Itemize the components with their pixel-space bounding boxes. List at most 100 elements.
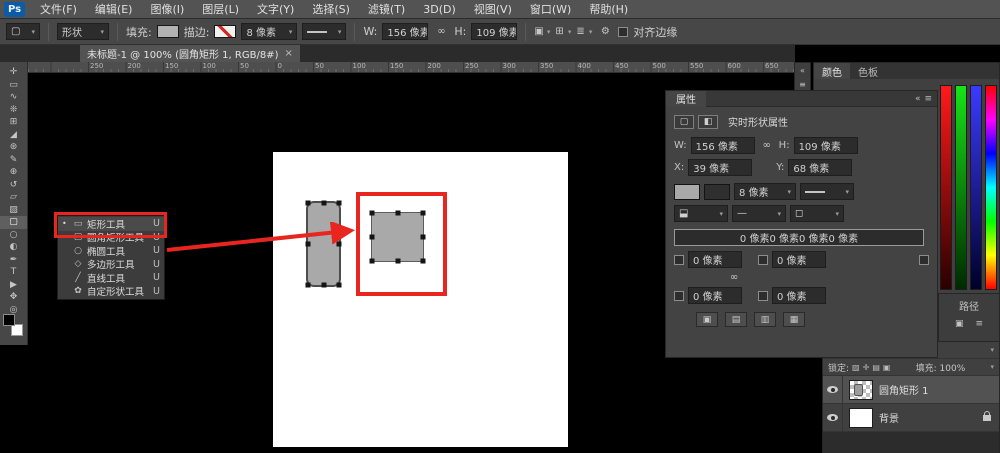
path-alignment-icon[interactable]: ⊞▾: [555, 24, 571, 40]
brush-tool[interactable]: ✎: [0, 154, 27, 167]
flyout-item-多边形工具[interactable]: ◇多边形工具U: [58, 258, 164, 272]
rounded-rectangle-shape[interactable]: [306, 201, 341, 287]
pathfinder-subtract-icon[interactable]: ▤: [725, 312, 747, 327]
tab-paths[interactable]: 路径: [939, 294, 999, 313]
flyout-item-自定形状工具[interactable]: ✿自定形状工具U: [58, 285, 164, 299]
lock-transparent-icon[interactable]: ▨: [852, 363, 860, 372]
menu-item[interactable]: 图像(I): [141, 0, 193, 19]
dodge-tool[interactable]: ◐: [0, 241, 27, 254]
history-brush-tool[interactable]: ↺: [0, 179, 27, 192]
type-tool[interactable]: T: [0, 266, 27, 279]
anchor-point[interactable]: [337, 283, 342, 288]
prop-fill-swatch[interactable]: [674, 184, 700, 200]
stroke-corner-select[interactable]: ◻▾: [790, 205, 844, 222]
prop-stroke-width-input[interactable]: 8 像素 ▾: [734, 183, 796, 200]
path-arrangement-icon[interactable]: ≣▾: [576, 24, 592, 40]
corner-bl-icon[interactable]: [674, 291, 684, 301]
layer-row[interactable]: 背景: [823, 404, 999, 432]
anchor-point[interactable]: [306, 201, 311, 206]
prop-x-input[interactable]: 39 像素: [688, 159, 752, 176]
stroke-color-swatch[interactable]: [214, 25, 236, 38]
foreground-color-swatch[interactable]: [3, 314, 15, 326]
corner-br-icon[interactable]: [758, 291, 768, 301]
lasso-tool[interactable]: ∿: [0, 91, 27, 104]
anchor-point[interactable]: [321, 283, 326, 288]
pen-tool[interactable]: ✒: [0, 254, 27, 267]
prop-stroke-swatch[interactable]: [704, 184, 730, 200]
tab-颜色[interactable]: 颜色: [814, 63, 850, 79]
layer-row[interactable]: 圆角矩形 1: [823, 376, 999, 404]
path-selection-tool[interactable]: ▶: [0, 279, 27, 292]
document-tab[interactable]: 未标题-1 @ 100% (圆角矩形 1, RGB/8#) ×: [80, 45, 300, 62]
red-slider[interactable]: [940, 85, 952, 290]
radius-tl-input[interactable]: 0 像素: [688, 251, 742, 268]
move-tool[interactable]: ✛: [0, 66, 27, 79]
fill-value[interactable]: 填充: 100%: [916, 361, 966, 374]
anchor-point[interactable]: [337, 201, 342, 206]
layer-thumbnail[interactable]: [849, 408, 873, 428]
anchor-point[interactable]: [321, 201, 326, 206]
menu-item[interactable]: 帮助(H): [580, 0, 637, 19]
prop-stroke-type-select[interactable]: ▾: [800, 183, 854, 200]
menu-item[interactable]: 3D(D): [414, 0, 465, 19]
collapse-panel-icon[interactable]: «: [915, 94, 921, 104]
flyout-item-直线工具[interactable]: ╱直线工具U: [58, 271, 164, 285]
link-dimensions-icon[interactable]: ∞: [433, 24, 449, 40]
layer-visibility-toggle[interactable]: [823, 376, 843, 403]
close-tab-icon[interactable]: ×: [284, 48, 292, 59]
blur-tool[interactable]: ○: [0, 229, 27, 242]
stroke-type-select[interactable]: ▾: [302, 23, 346, 40]
prop-width-input[interactable]: 156 像素: [691, 137, 755, 154]
prop-height-input[interactable]: 109 像素: [794, 137, 858, 154]
menu-item[interactable]: 文件(F): [31, 0, 86, 19]
menu-item[interactable]: 文字(Y): [248, 0, 303, 19]
layer-thumbnail[interactable]: [849, 380, 873, 400]
shape-height-input[interactable]: 109 像素: [471, 23, 517, 40]
rectangular-marquee-tool[interactable]: ▭: [0, 79, 27, 92]
tool-preset-picker[interactable]: ▢ ▾: [6, 23, 40, 40]
corner-tl-icon[interactable]: [674, 255, 684, 265]
green-slider[interactable]: [955, 85, 967, 290]
flyout-item-椭圆工具[interactable]: ○椭圆工具U: [58, 244, 164, 258]
pathfinder-exclude-icon[interactable]: ▦: [783, 312, 805, 327]
crop-tool[interactable]: ⊞: [0, 116, 27, 129]
blue-slider[interactable]: [970, 85, 982, 290]
prop-y-input[interactable]: 68 像素: [788, 159, 852, 176]
corner-radius-summary-input[interactable]: 0 像素0 像素0 像素0 像素: [674, 229, 924, 246]
panel-group-icon[interactable]: ≡: [799, 80, 806, 89]
link-wh-icon[interactable]: ∞: [759, 138, 775, 154]
fill-color-swatch[interactable]: [157, 25, 179, 38]
menu-item[interactable]: 编辑(E): [86, 0, 142, 19]
stroke-cap-select[interactable]: —▾: [732, 205, 786, 222]
spot-healing-brush-tool[interactable]: ⊛: [0, 141, 27, 154]
anchor-point[interactable]: [306, 283, 311, 288]
color-spectrum-bar[interactable]: [985, 85, 997, 290]
menu-item[interactable]: 滤镜(T): [359, 0, 414, 19]
eraser-tool[interactable]: ▱: [0, 191, 27, 204]
menu-item[interactable]: 视图(V): [465, 0, 521, 19]
link-radii-icon[interactable]: ∞: [726, 270, 742, 286]
tab-色板[interactable]: 色板: [850, 63, 886, 79]
collapse-panels-icon[interactable]: «: [800, 66, 805, 75]
shape-width-input[interactable]: 156 像素: [382, 23, 428, 40]
lock-all-icon[interactable]: ▣: [883, 363, 891, 372]
paths-panel-icon[interactable]: ▣: [955, 319, 964, 329]
radius-tr-input[interactable]: 0 像素: [772, 251, 826, 268]
stroke-align-select[interactable]: ⬓▾: [674, 205, 728, 222]
panel-menu-icon[interactable]: ≡: [924, 94, 932, 104]
path-operations-icon[interactable]: ▣▾: [534, 24, 550, 40]
rectangle-tool[interactable]: ▢: [0, 216, 27, 229]
layer-visibility-toggle[interactable]: [823, 404, 843, 431]
lock-pixels-icon[interactable]: ▤: [872, 363, 880, 372]
lock-position-icon[interactable]: ✛: [863, 363, 870, 372]
clone-stamp-tool[interactable]: ⊕: [0, 166, 27, 179]
layer-name[interactable]: 圆角矩形 1: [879, 382, 929, 397]
paths-menu-icon[interactable]: ≡: [975, 319, 983, 329]
corner-tr-icon[interactable]: [758, 255, 768, 265]
menu-item[interactable]: 窗口(W): [521, 0, 580, 19]
radius-br-input[interactable]: 0 像素: [772, 287, 826, 304]
gear-icon[interactable]: ⚙: [597, 24, 613, 40]
menu-item[interactable]: 图层(L): [193, 0, 248, 19]
hand-tool[interactable]: ✥: [0, 291, 27, 304]
anchor-point[interactable]: [337, 242, 342, 247]
